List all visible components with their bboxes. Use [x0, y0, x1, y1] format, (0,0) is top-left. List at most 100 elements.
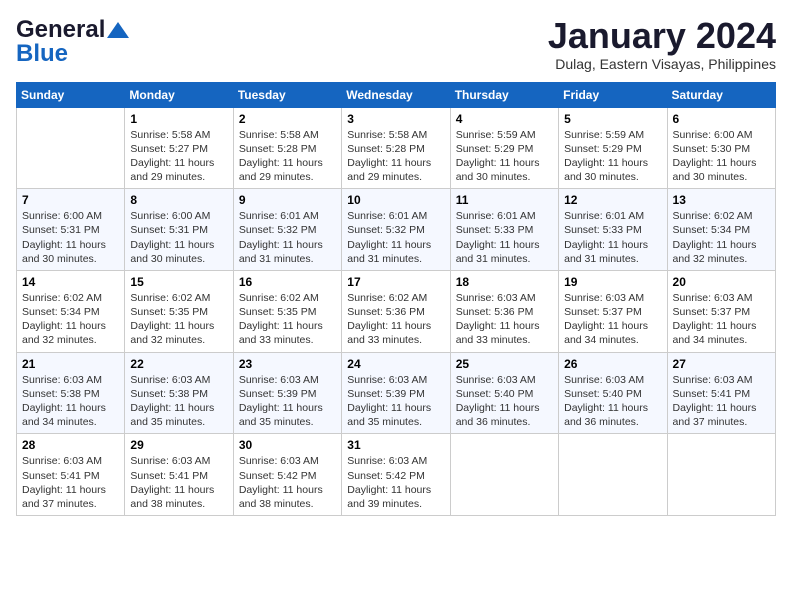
day-info: Sunrise: 6:03 AMSunset: 5:41 PMDaylight:…	[22, 454, 119, 511]
calendar-cell: 18 Sunrise: 6:03 AMSunset: 5:36 PMDayligh…	[450, 270, 558, 352]
day-number: 4	[456, 112, 553, 126]
day-number: 9	[239, 193, 336, 207]
calendar-cell: 3 Sunrise: 5:58 AMSunset: 5:28 PMDaylight…	[342, 107, 450, 189]
weekday-header-saturday: Saturday	[667, 82, 775, 107]
weekday-header-tuesday: Tuesday	[233, 82, 341, 107]
day-info: Sunrise: 6:03 AMSunset: 5:41 PMDaylight:…	[130, 454, 227, 511]
day-info: Sunrise: 6:01 AMSunset: 5:32 PMDaylight:…	[347, 209, 444, 266]
day-number: 16	[239, 275, 336, 289]
calendar-cell: 25 Sunrise: 6:03 AMSunset: 5:40 PMDayligh…	[450, 352, 558, 434]
calendar-cell	[559, 434, 667, 516]
calendar-cell: 13 Sunrise: 6:02 AMSunset: 5:34 PMDayligh…	[667, 189, 775, 271]
day-number: 20	[673, 275, 770, 289]
day-info: Sunrise: 6:03 AMSunset: 5:36 PMDaylight:…	[456, 291, 553, 348]
calendar-cell: 29Sunrise: 6:03 AMSunset: 5:41 PMDayligh…	[125, 434, 233, 516]
day-number: 1	[130, 112, 227, 126]
calendar-cell: 30 Sunrise: 6:03 AMSunset: 5:42 PMDayligh…	[233, 434, 341, 516]
day-number: 19	[564, 275, 661, 289]
day-number: 25	[456, 357, 553, 371]
calendar-cell: 8Sunrise: 6:00 AMSunset: 5:31 PMDaylight…	[125, 189, 233, 271]
calendar-cell: 27 Sunrise: 6:03 AMSunset: 5:41 PMDayligh…	[667, 352, 775, 434]
calendar-cell: 5 Sunrise: 5:59 AMSunset: 5:29 PMDaylight…	[559, 107, 667, 189]
day-number: 13	[673, 193, 770, 207]
logo-blue: Blue	[16, 40, 68, 68]
calendar-cell: 14 Sunrise: 6:02 AMSunset: 5:34 PMDayligh…	[17, 270, 125, 352]
calendar-cell: 1Sunrise: 5:58 AMSunset: 5:27 PMDaylight…	[125, 107, 233, 189]
day-info: Sunrise: 6:01 AMSunset: 5:33 PMDaylight:…	[564, 209, 661, 266]
day-info: Sunrise: 6:03 AMSunset: 5:37 PMDaylight:…	[673, 291, 770, 348]
day-number: 30	[239, 438, 336, 452]
calendar-week-5: 28 Sunrise: 6:03 AMSunset: 5:41 PMDayligh…	[17, 434, 776, 516]
day-info: Sunrise: 6:00 AMSunset: 5:31 PMDaylight:…	[130, 209, 227, 266]
calendar-body: 1Sunrise: 5:58 AMSunset: 5:27 PMDaylight…	[17, 107, 776, 515]
calendar-cell: 11 Sunrise: 6:01 AMSunset: 5:33 PMDayligh…	[450, 189, 558, 271]
calendar-cell: 20 Sunrise: 6:03 AMSunset: 5:37 PMDayligh…	[667, 270, 775, 352]
calendar-cell: 2 Sunrise: 5:58 AMSunset: 5:28 PMDaylight…	[233, 107, 341, 189]
calendar-cell: 6 Sunrise: 6:00 AMSunset: 5:30 PMDaylight…	[667, 107, 775, 189]
month-title: January 2024	[548, 16, 776, 56]
page-header: General Blue January 2024 Dulag, Eastern…	[16, 16, 776, 72]
day-number: 28	[22, 438, 119, 452]
day-number: 6	[673, 112, 770, 126]
day-number: 3	[347, 112, 444, 126]
day-info: Sunrise: 6:02 AMSunset: 5:35 PMDaylight:…	[130, 291, 227, 348]
day-info: Sunrise: 6:03 AMSunset: 5:41 PMDaylight:…	[673, 373, 770, 430]
calendar-cell: 31Sunrise: 6:03 AMSunset: 5:42 PMDayligh…	[342, 434, 450, 516]
calendar-week-3: 14 Sunrise: 6:02 AMSunset: 5:34 PMDayligh…	[17, 270, 776, 352]
day-info: Sunrise: 6:03 AMSunset: 5:38 PMDaylight:…	[22, 373, 119, 430]
day-number: 14	[22, 275, 119, 289]
day-number: 27	[673, 357, 770, 371]
day-info: Sunrise: 6:02 AMSunset: 5:35 PMDaylight:…	[239, 291, 336, 348]
day-number: 7	[22, 193, 119, 207]
calendar-cell: 21 Sunrise: 6:03 AMSunset: 5:38 PMDayligh…	[17, 352, 125, 434]
day-info: Sunrise: 6:01 AMSunset: 5:33 PMDaylight:…	[456, 209, 553, 266]
calendar-cell: 9 Sunrise: 6:01 AMSunset: 5:32 PMDaylight…	[233, 189, 341, 271]
day-info: Sunrise: 5:58 AMSunset: 5:28 PMDaylight:…	[347, 128, 444, 185]
calendar-cell: 22 Sunrise: 6:03 AMSunset: 5:38 PMDayligh…	[125, 352, 233, 434]
day-info: Sunrise: 6:02 AMSunset: 5:34 PMDaylight:…	[22, 291, 119, 348]
calendar-week-1: 1Sunrise: 5:58 AMSunset: 5:27 PMDaylight…	[17, 107, 776, 189]
day-info: Sunrise: 6:02 AMSunset: 5:34 PMDaylight:…	[673, 209, 770, 266]
day-number: 12	[564, 193, 661, 207]
logo: General Blue	[16, 16, 129, 68]
day-info: Sunrise: 6:03 AMSunset: 5:38 PMDaylight:…	[130, 373, 227, 430]
title-area: January 2024 Dulag, Eastern Visayas, Phi…	[548, 16, 776, 72]
day-number: 18	[456, 275, 553, 289]
day-number: 11	[456, 193, 553, 207]
day-info: Sunrise: 6:03 AMSunset: 5:39 PMDaylight:…	[347, 373, 444, 430]
day-number: 15	[130, 275, 227, 289]
day-info: Sunrise: 5:59 AMSunset: 5:29 PMDaylight:…	[564, 128, 661, 185]
calendar-cell: 28 Sunrise: 6:03 AMSunset: 5:41 PMDayligh…	[17, 434, 125, 516]
weekday-header-monday: Monday	[125, 82, 233, 107]
calendar-header-row: SundayMondayTuesdayWednesdayThursdayFrid…	[17, 82, 776, 107]
day-info: Sunrise: 6:00 AMSunset: 5:30 PMDaylight:…	[673, 128, 770, 185]
calendar-week-4: 21 Sunrise: 6:03 AMSunset: 5:38 PMDayligh…	[17, 352, 776, 434]
day-number: 26	[564, 357, 661, 371]
day-info: Sunrise: 6:03 AMSunset: 5:37 PMDaylight:…	[564, 291, 661, 348]
calendar-cell: 24 Sunrise: 6:03 AMSunset: 5:39 PMDayligh…	[342, 352, 450, 434]
day-number: 24	[347, 357, 444, 371]
day-number: 21	[22, 357, 119, 371]
day-number: 23	[239, 357, 336, 371]
day-info: Sunrise: 6:03 AMSunset: 5:40 PMDaylight:…	[456, 373, 553, 430]
day-number: 22	[130, 357, 227, 371]
day-info: Sunrise: 6:01 AMSunset: 5:32 PMDaylight:…	[239, 209, 336, 266]
calendar-cell: 19 Sunrise: 6:03 AMSunset: 5:37 PMDayligh…	[559, 270, 667, 352]
logo-icon	[107, 22, 129, 38]
day-info: Sunrise: 6:03 AMSunset: 5:42 PMDaylight:…	[239, 454, 336, 511]
day-info: Sunrise: 5:58 AMSunset: 5:28 PMDaylight:…	[239, 128, 336, 185]
calendar-cell	[667, 434, 775, 516]
calendar-cell: 15 Sunrise: 6:02 AMSunset: 5:35 PMDayligh…	[125, 270, 233, 352]
weekday-header-sunday: Sunday	[17, 82, 125, 107]
calendar-cell: 4Sunrise: 5:59 AMSunset: 5:29 PMDaylight…	[450, 107, 558, 189]
calendar-cell	[450, 434, 558, 516]
day-info: Sunrise: 6:00 AMSunset: 5:31 PMDaylight:…	[22, 209, 119, 266]
day-info: Sunrise: 6:02 AMSunset: 5:36 PMDaylight:…	[347, 291, 444, 348]
day-number: 2	[239, 112, 336, 126]
day-info: Sunrise: 6:03 AMSunset: 5:42 PMDaylight:…	[347, 454, 444, 511]
calendar-cell	[17, 107, 125, 189]
day-number: 5	[564, 112, 661, 126]
calendar-week-2: 7 Sunrise: 6:00 AMSunset: 5:31 PMDaylight…	[17, 189, 776, 271]
day-info: Sunrise: 6:03 AMSunset: 5:40 PMDaylight:…	[564, 373, 661, 430]
calendar-cell: 12 Sunrise: 6:01 AMSunset: 5:33 PMDayligh…	[559, 189, 667, 271]
